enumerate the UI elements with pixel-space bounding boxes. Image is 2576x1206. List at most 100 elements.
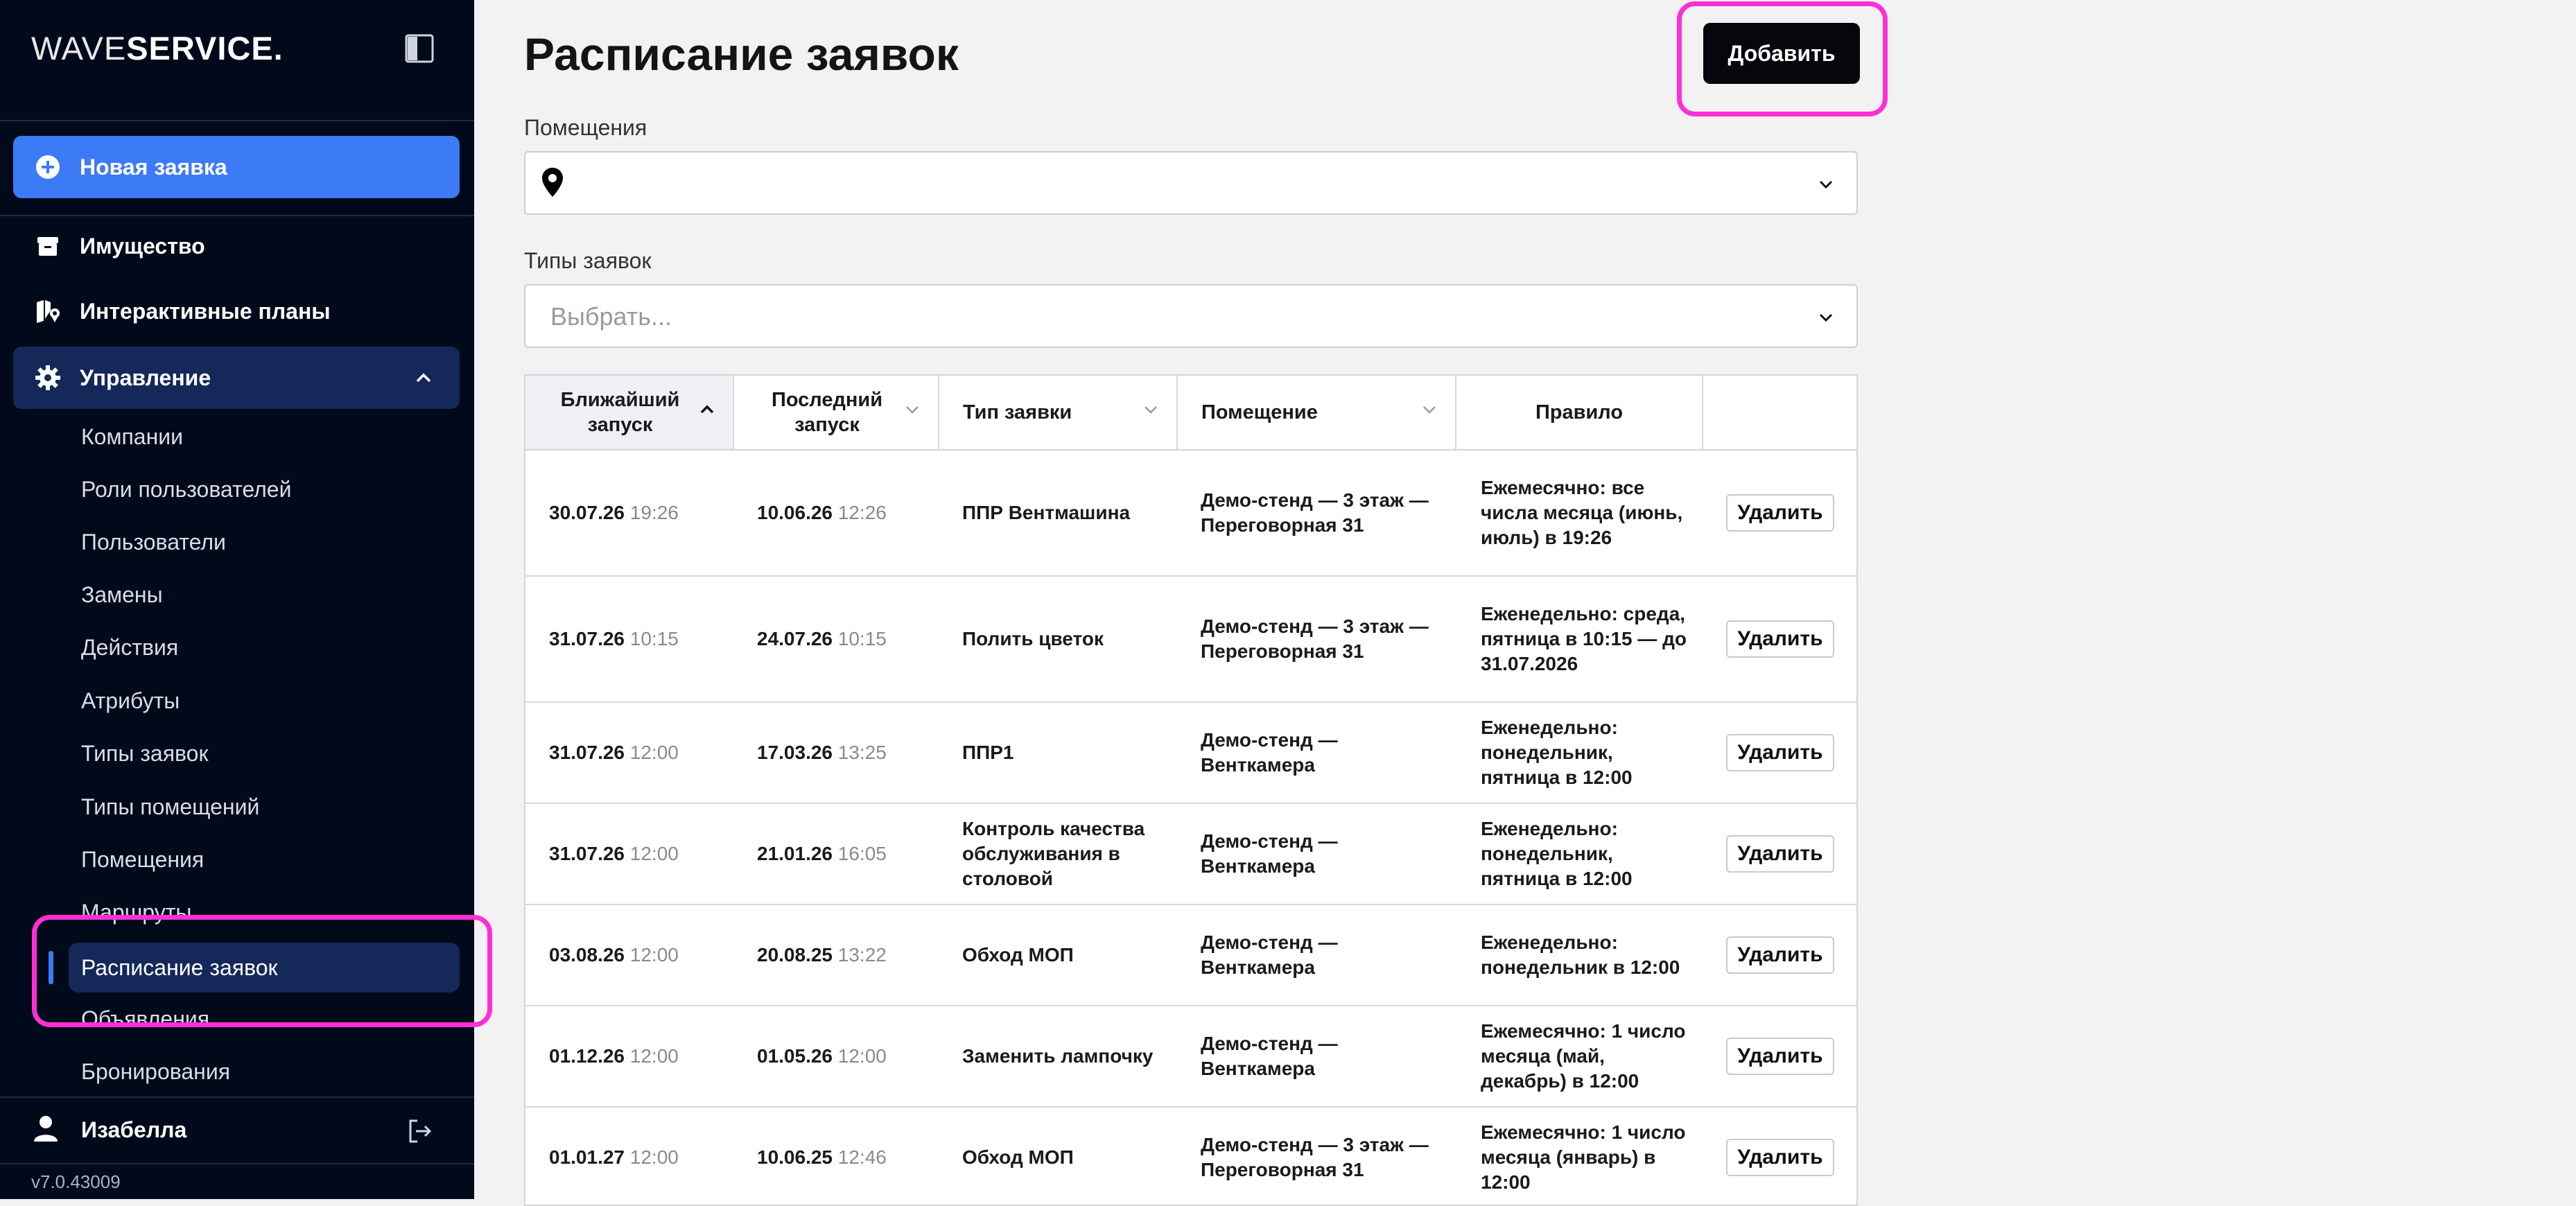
sidebar-item-label: Интерактивные планы xyxy=(80,298,331,324)
request-type-cell: Заменить лампочку xyxy=(939,1006,1177,1108)
location-pin-icon xyxy=(541,166,564,202)
schedule-table-grid: Ближайший запуск Последний запуск Тип за… xyxy=(525,376,1856,1205)
map-plan-icon xyxy=(34,297,62,325)
request-type-cell: Полить цветок xyxy=(939,576,1177,703)
user-name: Изабелла xyxy=(81,1117,187,1142)
logo[interactable]: WAVESERVICE. xyxy=(31,29,284,67)
sidebar-subitem-users[interactable]: Пользователи xyxy=(81,530,226,555)
rule-cell: Еженедельно: понедельник, пятница в 12:0… xyxy=(1456,702,1703,804)
table-row: 31.07.26 12:00 21.01.26 16:05 Контроль к… xyxy=(525,803,1856,905)
sort-down-icon xyxy=(1420,401,1438,424)
sidebar-subitem-user-roles[interactable]: Роли пользователей xyxy=(81,477,291,503)
sidebar-item-label: Управление xyxy=(80,365,211,390)
request-type-cell: Контроль качества обслуживания в столово… xyxy=(939,803,1177,905)
new-request-button[interactable]: Новая заявка xyxy=(13,136,460,198)
actions-cell: Удалить xyxy=(1703,702,1856,804)
highlight-annotation xyxy=(32,915,492,1027)
last-run-cell: 24.07.26 10:15 xyxy=(733,576,939,703)
delete-button[interactable]: Удалить xyxy=(1726,734,1834,771)
column-header-next-run[interactable]: Ближайший запуск xyxy=(525,376,734,451)
rooms-select[interactable] xyxy=(524,151,1858,215)
delete-button[interactable]: Удалить xyxy=(1726,936,1834,974)
sidebar-subitem-room-types[interactable]: Типы помещений xyxy=(81,794,259,820)
page-title: Расписание заявок xyxy=(524,28,959,80)
delete-button[interactable]: Удалить xyxy=(1726,620,1834,658)
new-request-label: Новая заявка xyxy=(80,154,227,180)
request-type-cell: Обход МОП xyxy=(939,905,1177,1006)
sidebar-subitem-bookings[interactable]: Бронирования xyxy=(81,1059,230,1085)
sidebar-subitem-replacements[interactable]: Замены xyxy=(81,582,163,608)
rule-cell: Ежемесячно: все числа месяца (июнь, июль… xyxy=(1456,450,1703,577)
delete-button[interactable]: Удалить xyxy=(1726,1139,1834,1176)
app-version: v7.0.43009 xyxy=(31,1171,121,1192)
next-run-cell: 31.07.26 12:00 xyxy=(525,803,733,905)
sidebar-subitem-companies[interactable]: Компании xyxy=(81,424,183,450)
sidebar-item-label: Имущество xyxy=(80,233,205,259)
column-header-rule: Правило xyxy=(1456,376,1703,451)
delete-button[interactable]: Удалить xyxy=(1726,494,1834,532)
next-run-cell: 31.07.26 12:00 xyxy=(525,702,733,804)
table-row: 01.12.26 12:00 01.05.26 12:00 Заменить л… xyxy=(525,1006,1856,1108)
user-icon xyxy=(33,1115,58,1146)
table-row: 31.07.26 10:15 24.07.26 10:15 Полить цве… xyxy=(525,576,1856,703)
room-cell: Демо-стенд — Венткамера xyxy=(1177,1006,1456,1108)
sidebar-item-management[interactable]: Управление xyxy=(13,347,460,409)
rule-cell: Ежемесячно: 1 число месяца (май, декабрь… xyxy=(1456,1006,1703,1108)
table-header-row: Ближайший запуск Последний запуск Тип за… xyxy=(525,376,1856,451)
delete-button[interactable]: Удалить xyxy=(1726,835,1834,873)
actions-cell: Удалить xyxy=(1703,450,1856,577)
sidebar-subitem-attributes[interactable]: Атрибуты xyxy=(81,688,180,714)
actions-cell: Удалить xyxy=(1703,576,1856,703)
last-run-cell: 17.03.26 13:25 xyxy=(733,702,939,804)
column-header-label: Тип заявки xyxy=(963,401,1072,423)
gear-icon xyxy=(34,364,62,392)
archive-box-icon xyxy=(34,232,62,260)
table-row: 31.07.26 12:00 17.03.26 13:25 ППР1 Демо-… xyxy=(525,702,1856,804)
last-run-cell: 10.06.25 12:46 xyxy=(733,1107,939,1205)
chevron-up-icon xyxy=(414,369,433,392)
logout-icon[interactable] xyxy=(406,1117,434,1148)
actions-cell: Удалить xyxy=(1703,905,1856,1006)
room-cell: Демо-стенд — Венткамера xyxy=(1177,803,1456,905)
next-run-cell: 03.08.26 12:00 xyxy=(525,905,733,1006)
column-header-actions xyxy=(1703,376,1856,451)
table-row: 03.08.26 12:00 20.08.25 13:22 Обход МОП … xyxy=(525,905,1856,1006)
room-cell: Демо-стенд — 3 этаж — Переговорная 31 xyxy=(1177,450,1456,577)
request-type-cell: ППР Вентмашина xyxy=(939,450,1177,577)
column-header-last-run[interactable]: Последний запуск xyxy=(733,376,939,451)
sidebar-divider xyxy=(0,120,474,121)
rule-cell: Еженедельно: среда, пятница в 10:15 — до… xyxy=(1456,576,1703,703)
last-run-cell: 01.05.26 12:00 xyxy=(733,1006,939,1108)
table-row: 30.07.26 19:26 10.06.26 12:26 ППР Вентма… xyxy=(525,450,1856,577)
column-header-label: Правило xyxy=(1535,401,1624,423)
column-header-label: Последний запуск xyxy=(771,389,883,436)
room-cell: Демо-стенд — 3 этаж — Переговорная 31 xyxy=(1177,1107,1456,1205)
rooms-filter-label: Помещения xyxy=(524,115,647,140)
room-cell: Демо-стенд — Венткамера xyxy=(1177,702,1456,804)
logo-part-1: WAVE xyxy=(31,30,127,67)
actions-cell: Удалить xyxy=(1703,1006,1856,1108)
sidebar-subitem-rooms[interactable]: Помещения xyxy=(81,847,204,873)
sidebar-item-property[interactable]: Имущество xyxy=(13,215,460,277)
column-header-request-type[interactable]: Тип заявки xyxy=(939,376,1178,451)
request-type-cell: Обход МОП xyxy=(939,1107,1177,1205)
sidebar-subitem-request-types[interactable]: Типы заявок xyxy=(81,741,208,767)
delete-button[interactable]: Удалить xyxy=(1726,1038,1834,1075)
collapse-sidebar-icon[interactable] xyxy=(404,33,435,64)
plus-circle-icon xyxy=(34,153,62,181)
schedule-table: Ближайший запуск Последний запуск Тип за… xyxy=(524,374,1858,1206)
chevron-down-icon xyxy=(1816,308,1836,331)
next-run-cell: 30.07.26 19:26 xyxy=(525,450,733,577)
sort-down-icon xyxy=(903,401,921,424)
sidebar-item-interactive-plans[interactable]: Интерактивные планы xyxy=(13,280,460,342)
column-header-room[interactable]: Помещение xyxy=(1177,376,1456,451)
column-header-label: Помещение xyxy=(1201,401,1318,423)
user-profile[interactable]: Изабелла xyxy=(0,1096,474,1163)
sidebar-subitem-actions[interactable]: Действия xyxy=(81,635,178,661)
sidebar-divider xyxy=(0,1163,474,1164)
logo-part-2: SERVICE. xyxy=(126,30,284,67)
last-run-cell: 10.06.26 12:26 xyxy=(733,450,939,577)
table-row: 01.01.27 12:00 10.06.25 12:46 Обход МОП … xyxy=(525,1107,1856,1205)
request-types-placeholder: Выбрать... xyxy=(550,302,672,331)
request-types-select[interactable]: Выбрать... xyxy=(524,284,1858,348)
